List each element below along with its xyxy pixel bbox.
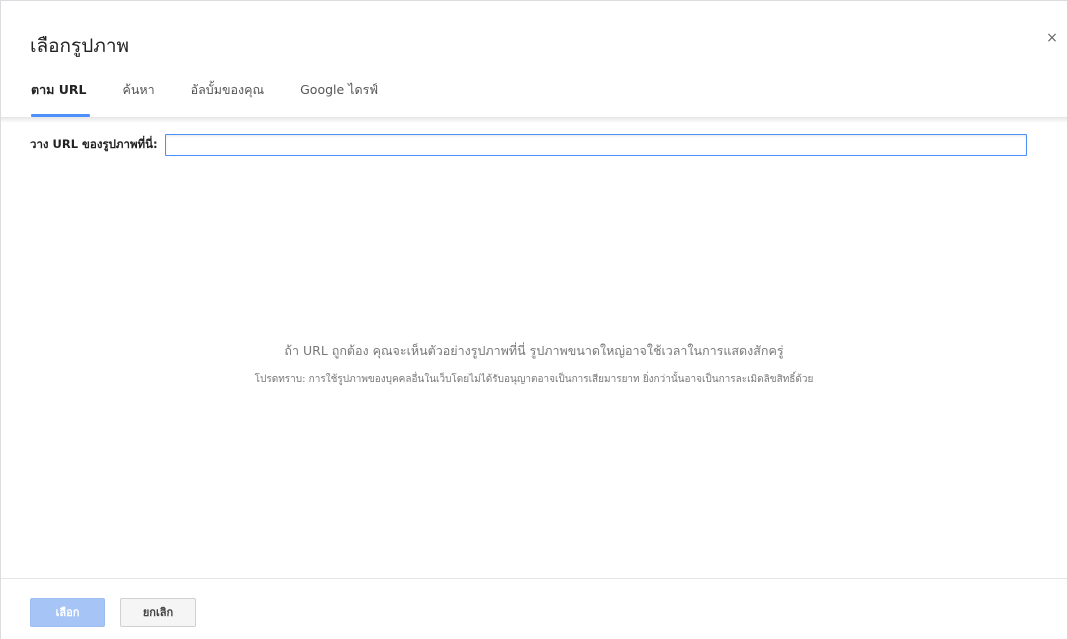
tab-search[interactable]: ค้นหา xyxy=(110,73,166,117)
preview-copyright-note: โปรดทราบ: การใช้รูปภาพของบุคคลอื่นในเว็บ… xyxy=(254,374,814,385)
close-icon[interactable]: × xyxy=(1043,29,1061,47)
dialog-footer: เลือก ยกเลิก xyxy=(30,598,211,627)
tab-divider xyxy=(1,117,1067,123)
tab-google-drive[interactable]: Google ไดรฟ์ xyxy=(288,73,390,117)
url-input[interactable] xyxy=(164,134,1027,156)
cancel-button[interactable]: ยกเลิก xyxy=(120,598,196,627)
insert-image-dialog: เลือกรูปภาพ × ตาม URL ค้นหา อัลบั้มของคุ… xyxy=(0,0,1067,639)
preview-message: ถ้า URL ถูกต้อง คุณจะเห็นตัวอย่างรูปภาพท… xyxy=(284,343,784,358)
tab-bar: ตาม URL ค้นหา อัลบั้มของคุณ Google ไดรฟ์ xyxy=(19,73,402,117)
url-row: วาง URL ของรูปภาพที่นี่: xyxy=(30,133,1027,157)
tab-your-albums[interactable]: อัลบั้มของคุณ xyxy=(179,73,276,117)
tab-by-url[interactable]: ตาม URL xyxy=(19,73,98,117)
url-field-label: วาง URL ของรูปภาพที่นี่: xyxy=(30,137,158,151)
footer-divider xyxy=(1,578,1067,579)
select-button[interactable]: เลือก xyxy=(30,598,105,627)
dialog-title: เลือกรูปภาพ xyxy=(30,35,130,57)
